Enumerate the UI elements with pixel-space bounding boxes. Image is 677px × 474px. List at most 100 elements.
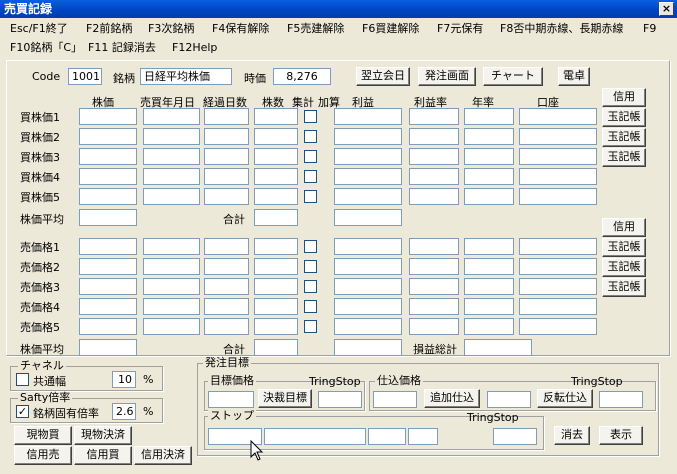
buy-total-profit-field[interactable]: [334, 209, 402, 226]
sell-shares-input[interactable]: [254, 318, 298, 335]
buy-account-input[interactable]: [519, 168, 597, 185]
buy-rate-input[interactable]: [409, 168, 459, 185]
sell-profit-input[interactable]: [334, 238, 402, 255]
reverse-buy-button[interactable]: 反転仕込: [537, 389, 593, 408]
buy-account-input[interactable]: [519, 188, 597, 205]
menu-item-f10[interactable]: F10銘柄「C」: [10, 39, 82, 57]
sell-rate-input[interactable]: [409, 238, 459, 255]
credit-sell-button[interactable]: 信用売: [14, 446, 72, 465]
buy-shares-input[interactable]: [254, 128, 298, 145]
sell-days-input[interactable]: [204, 278, 249, 295]
buy-price-input[interactable]: [79, 108, 137, 125]
sell-profit-input[interactable]: [334, 258, 402, 275]
buy-total-shares-field[interactable]: [254, 209, 298, 226]
buy-shares-input[interactable]: [254, 108, 298, 125]
credit-settle-button[interactable]: 信用決済: [134, 446, 192, 465]
sell-price-input[interactable]: [79, 238, 137, 255]
sell-sum-checkbox[interactable]: [304, 300, 317, 313]
buy-ledger-button-1[interactable]: 玉記帳: [602, 108, 646, 127]
sell-ledger-button-1[interactable]: 玉記帳: [602, 238, 646, 257]
menu-item-esc[interactable]: Esc/F1終了: [10, 20, 68, 38]
menu-item-f6[interactable]: F6買建解除: [362, 20, 419, 38]
menu-item-f9[interactable]: F9: [643, 20, 656, 38]
sell-ledger-button-2[interactable]: 玉記帳: [602, 258, 646, 277]
sell-days-input[interactable]: [204, 298, 249, 315]
buy-date-input[interactable]: [143, 188, 200, 205]
buy-sum-checkbox[interactable]: [304, 130, 317, 143]
buy-credit-button[interactable]: 信用: [602, 88, 646, 107]
sell-ledger-button-3[interactable]: 玉記帳: [602, 278, 646, 297]
next-day-button[interactable]: 翌立会日: [356, 67, 410, 86]
sell-account-input[interactable]: [519, 278, 597, 295]
buy-days-input[interactable]: [204, 148, 249, 165]
buy-date-input[interactable]: [143, 108, 200, 125]
buy-sum-checkbox[interactable]: [304, 190, 317, 203]
buy-ledger-button-3[interactable]: 玉記帳: [602, 148, 646, 167]
sell-avg-field[interactable]: [79, 339, 137, 356]
buy-price-input[interactable]: [79, 128, 137, 145]
sell-profit-input[interactable]: [334, 318, 402, 335]
close-button[interactable]: ×: [659, 2, 674, 16]
menu-item-f2[interactable]: F2前銘柄: [86, 20, 132, 38]
buy-sum-checkbox[interactable]: [304, 150, 317, 163]
sell-rate-input[interactable]: [409, 298, 459, 315]
channel-width-field[interactable]: 10: [112, 371, 136, 388]
sell-shares-input[interactable]: [254, 278, 298, 295]
sell-rate-input[interactable]: [409, 278, 459, 295]
price-field[interactable]: 8,276: [273, 68, 331, 85]
menu-item-f4[interactable]: F4保有解除: [212, 20, 269, 38]
credit-buy-button[interactable]: 信用買: [74, 446, 132, 465]
sell-date-input[interactable]: [143, 258, 200, 275]
sell-date-input[interactable]: [143, 318, 200, 335]
code-field[interactable]: 1001: [68, 68, 102, 85]
buy-date-input[interactable]: [143, 128, 200, 145]
sell-account-input[interactable]: [519, 298, 597, 315]
buy-shares-input[interactable]: [254, 188, 298, 205]
buy-profit-input[interactable]: [334, 148, 402, 165]
buy-tring-field[interactable]: [599, 391, 643, 408]
sell-rate-input[interactable]: [409, 258, 459, 275]
buy-avg-field[interactable]: [79, 209, 137, 226]
sell-date-input[interactable]: [143, 278, 200, 295]
buy-days-input[interactable]: [204, 128, 249, 145]
safety-rate-field[interactable]: 2.6: [112, 403, 136, 420]
order-screen-button[interactable]: 発注画面: [418, 67, 476, 86]
menu-item-f3[interactable]: F3次銘柄: [148, 20, 194, 38]
stop-field-2[interactable]: [264, 428, 366, 445]
buy-shares-input[interactable]: [254, 148, 298, 165]
spot-buy-button[interactable]: 現物買: [14, 426, 72, 445]
buy-date-input[interactable]: [143, 148, 200, 165]
sell-sum-checkbox[interactable]: [304, 320, 317, 333]
buy-days-input[interactable]: [204, 168, 249, 185]
sell-account-input[interactable]: [519, 258, 597, 275]
sell-profit-input[interactable]: [334, 278, 402, 295]
sell-account-input[interactable]: [519, 238, 597, 255]
sell-annual-input[interactable]: [464, 278, 514, 295]
buy-profit-input[interactable]: [334, 128, 402, 145]
sell-sum-checkbox[interactable]: [304, 240, 317, 253]
name-field[interactable]: 日経平均株価: [140, 68, 232, 85]
sell-shares-input[interactable]: [254, 298, 298, 315]
menu-item-f11[interactable]: F11 記録消去: [88, 39, 156, 57]
buy-date-input[interactable]: [143, 168, 200, 185]
buy-price-input[interactable]: [79, 148, 137, 165]
clear-button[interactable]: 消去: [554, 426, 590, 445]
menu-item-f8[interactable]: F8否中期赤線、長期赤線: [500, 20, 623, 38]
buy-annual-input[interactable]: [464, 168, 514, 185]
buy-rate-input[interactable]: [409, 108, 459, 125]
sell-price-input[interactable]: [79, 298, 137, 315]
buy-profit-input[interactable]: [334, 168, 402, 185]
sell-price-input[interactable]: [79, 278, 137, 295]
sell-days-input[interactable]: [204, 258, 249, 275]
pl-total-field[interactable]: [464, 339, 532, 356]
sell-annual-input[interactable]: [464, 318, 514, 335]
buy-account-input[interactable]: [519, 108, 597, 125]
stop-field-3[interactable]: [368, 428, 406, 445]
channel-common-checkbox[interactable]: [16, 373, 29, 386]
sell-total-shares-field[interactable]: [254, 339, 298, 356]
sell-date-input[interactable]: [143, 298, 200, 315]
buy-days-input[interactable]: [204, 188, 249, 205]
sell-date-input[interactable]: [143, 238, 200, 255]
menu-item-f5[interactable]: F5売建解除: [287, 20, 344, 38]
buy-price-input[interactable]: [79, 188, 137, 205]
